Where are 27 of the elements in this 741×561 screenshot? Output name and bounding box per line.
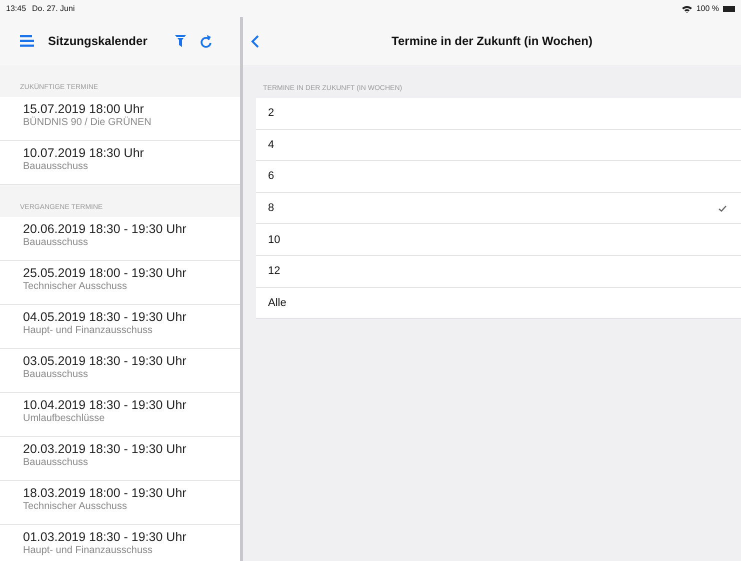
meeting-item[interactable]: 15.07.2019 18:00 Uhr BÜNDNIS 90 / Die GRÜNEN [0, 97, 240, 141]
option-row[interactable]: Alle [256, 288, 741, 320]
back-icon[interactable] [251, 35, 259, 48]
menu-icon[interactable] [20, 35, 34, 47]
meeting-item[interactable]: 01.03.2019 18:30 - 19:30 Uhr Haupt- und Finanzausschuss [0, 525, 240, 561]
meeting-item[interactable]: 20.06.2019 18:30 - 19:30 Uhr Bauausschuss [0, 217, 240, 261]
page-title: Termine in der Zukunft (in Wochen) [392, 34, 592, 48]
app-title: Sitzungskalender [48, 34, 148, 48]
battery-percent: 100 % [696, 4, 719, 13]
battery-icon [723, 6, 735, 12]
refresh-icon[interactable] [200, 34, 212, 48]
meeting-item[interactable]: 03.05.2019 18:30 - 19:30 Uhr Bauausschuss [0, 349, 240, 393]
status-date: Do. 27. Juni [32, 4, 75, 13]
filter-icon[interactable] [175, 35, 186, 47]
meeting-item[interactable]: 20.03.2019 18:30 - 19:30 Uhr Bauausschuss [0, 437, 240, 481]
option-row[interactable]: 10 [256, 224, 741, 256]
option-row[interactable]: 12 [256, 256, 741, 288]
wifi-icon [682, 4, 692, 12]
option-row[interactable]: 8 [256, 192, 741, 224]
meeting-item[interactable]: 04.05.2019 18:30 - 19:30 Uhr Haupt- und Finanzausschuss [0, 305, 240, 349]
option-row[interactable]: 6 [256, 161, 741, 193]
meeting-item[interactable]: 10.04.2019 18:30 - 19:30 Uhr Umlaufbeschlüsse [0, 393, 240, 437]
option-row[interactable]: 2 [256, 98, 741, 130]
option-row[interactable]: 4 [256, 130, 741, 162]
meeting-item[interactable]: 18.03.2019 18:00 - 19:30 Uhr Technischer Ausschuss [0, 481, 240, 525]
meeting-item[interactable]: 25.05.2019 18:00 - 19:30 Uhr Technischer Ausschuss [0, 261, 240, 305]
status-time: 13:45 [6, 4, 26, 13]
